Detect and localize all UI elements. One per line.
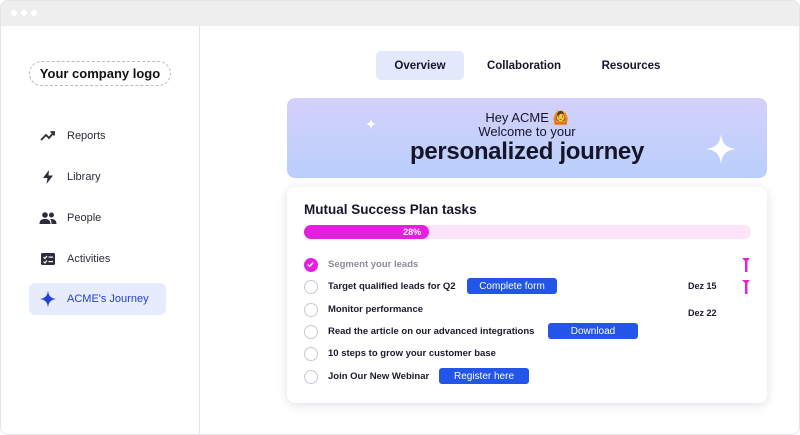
task-checkbox[interactable] xyxy=(304,303,318,317)
tab-collaboration[interactable]: Collaboration xyxy=(475,51,573,80)
task-checkbox[interactable] xyxy=(304,258,318,272)
sparkle-icon xyxy=(705,133,737,165)
task-due-date: Dez 22 xyxy=(688,308,717,318)
people-icon xyxy=(39,209,57,227)
sidebar-item-label: People xyxy=(67,212,102,224)
progress-fill: 28% xyxy=(304,225,430,239)
task-label: Monitor performance xyxy=(328,304,424,315)
sidebar: Your company logo Reports Library People… xyxy=(1,26,200,434)
task-checkbox[interactable] xyxy=(304,370,318,384)
task-row: Monitor performance Dez 22 xyxy=(304,301,754,319)
task-row: Read the article on our advanced integra… xyxy=(304,323,754,341)
task-label: Join Our New Webinar xyxy=(328,371,430,382)
trend-up-icon xyxy=(39,127,57,145)
window-dot-1[interactable] xyxy=(11,10,17,16)
task-label: 10 steps to grow your customer base xyxy=(328,348,496,359)
complete-form-button[interactable]: Complete form xyxy=(467,278,557,294)
checklist-icon xyxy=(39,250,57,268)
task-due-date: Dez 15 xyxy=(688,281,717,291)
register-here-button[interactable]: Register here xyxy=(439,368,529,384)
title-bar xyxy=(1,1,799,26)
company-logo-placeholder[interactable]: Your company logo xyxy=(29,61,171,86)
task-label: Read the article on our advanced integra… xyxy=(328,326,535,337)
success-plan-card: Mutual Success Plan tasks 28% Segment yo… xyxy=(287,187,767,403)
sidebar-item-label: Library xyxy=(67,171,101,183)
window-dot-2[interactable] xyxy=(21,10,27,16)
sidebar-item-label: Activities xyxy=(67,253,111,265)
banner-headline: personalized journey xyxy=(409,138,645,165)
sidebar-item-acme-journey[interactable]: ACME's Journey xyxy=(29,283,166,315)
task-label: Segment your leads xyxy=(328,259,419,270)
magenta-flag-icon xyxy=(742,258,750,272)
sidebar-item-library[interactable]: Library xyxy=(29,161,166,193)
sidebar-item-label: ACME's Journey xyxy=(67,293,149,305)
download-button[interactable]: Download xyxy=(548,323,638,339)
welcome-banner: Hey ACME 🙆 Welcome to your personalized … xyxy=(287,98,767,178)
task-row: 10 steps to grow your customer base xyxy=(304,345,754,363)
window-dot-3[interactable] xyxy=(31,10,37,16)
task-checkbox[interactable] xyxy=(304,280,318,294)
card-title: Mutual Success Plan tasks xyxy=(304,202,477,217)
task-checkbox[interactable] xyxy=(304,347,318,361)
task-row: Target qualified leads for Q2 Complete f… xyxy=(304,278,754,296)
task-row: Segment your leads xyxy=(304,256,754,274)
tab-overview[interactable]: Overview xyxy=(376,51,464,80)
progress-bar: 28% xyxy=(304,225,751,239)
banner-subtitle: Welcome to your xyxy=(478,124,576,139)
app-window: Your company logo Reports Library People… xyxy=(0,0,800,435)
sidebar-item-people[interactable]: People xyxy=(29,202,166,234)
task-row: Join Our New Webinar Register here xyxy=(304,368,754,386)
magenta-flag-icon xyxy=(742,280,750,294)
sidebar-item-reports[interactable]: Reports xyxy=(29,120,166,152)
task-label: Target qualified leads for Q2 xyxy=(328,281,456,292)
sidebar-item-label: Reports xyxy=(67,130,106,142)
checkmark-icon xyxy=(307,262,314,268)
tab-resources[interactable]: Resources xyxy=(588,51,674,80)
lightning-icon xyxy=(39,168,57,186)
sidebar-item-activities[interactable]: Activities xyxy=(29,243,166,275)
sparkle-icon xyxy=(365,118,377,130)
task-checkbox[interactable] xyxy=(304,325,318,339)
sparkle-icon xyxy=(39,290,57,308)
